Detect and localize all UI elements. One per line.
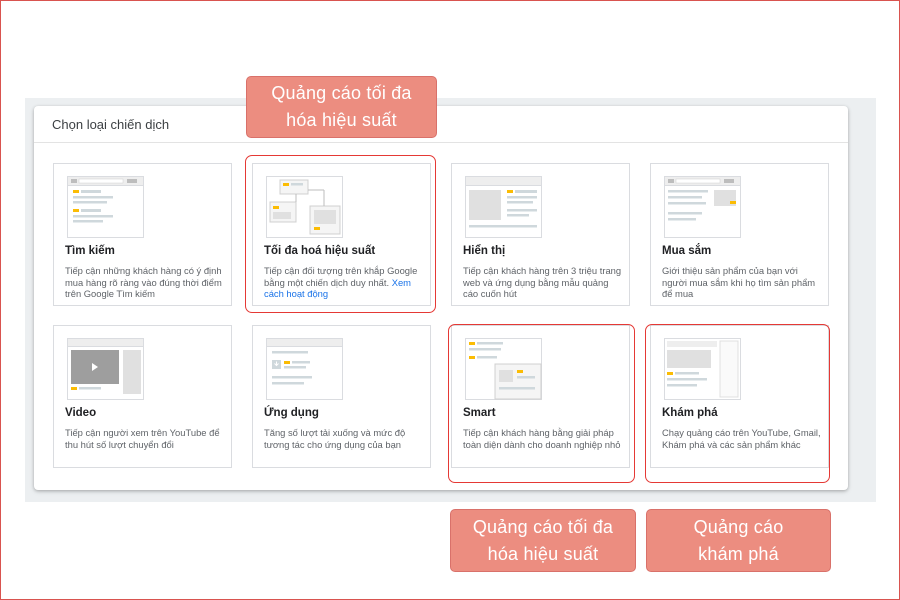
- card-discovery[interactable]: Khám phá Chạy quảng cáo trên YouTube, Gm…: [650, 325, 829, 468]
- card-description: Tăng số lượt tải xuống và mức độ tương t…: [264, 427, 406, 450]
- search-campaign-illustration: [67, 176, 144, 238]
- card-title: Khám phá: [662, 407, 718, 419]
- card-description: Giới thiệu sản phẩm của bạn với người mu…: [662, 265, 816, 299]
- card-performance-max[interactable]: Tối đa hoá hiệu suất Tiếp cận đối tượng …: [252, 163, 431, 306]
- callout-text: Quảng cáo khám phá: [693, 516, 784, 564]
- card-description: Tiếp cận khách hàng bằng giải pháp toàn …: [463, 427, 621, 450]
- callout-discovery: Quảng cáo khám phá: [646, 509, 831, 572]
- card-description: Tiếp cận những khách hàng có ý định mua …: [65, 265, 222, 299]
- performance-max-illustration: [266, 176, 343, 238]
- card-app[interactable]: Ứng dụng Tăng số lượt tải xuống và mức đ…: [252, 325, 431, 468]
- card-description: Tiếp cận đối tượng trên khắp Google bằng…: [264, 265, 424, 300]
- card-video[interactable]: Video Tiếp cận người xem trên YouTube để…: [53, 325, 232, 468]
- card-description: Tiếp cận người xem trên YouTube để thu h…: [65, 427, 220, 450]
- card-description: Chạy quảng cáo trên YouTube, Gmail, Khám…: [662, 427, 821, 450]
- card-search[interactable]: Tìm kiếm Tiếp cận những khách hàng có ý …: [53, 163, 232, 306]
- video-campaign-illustration: [67, 338, 144, 400]
- card-title: Smart: [463, 407, 496, 419]
- card-title: Mua sắm: [662, 245, 712, 257]
- card-title: Tìm kiếm: [65, 245, 115, 257]
- app-campaign-illustration: [266, 338, 343, 400]
- card-display[interactable]: Hiển thị Tiếp cận khách hàng trên 3 triệ…: [451, 163, 630, 306]
- card-title: Tối đa hoá hiệu suất: [264, 245, 376, 257]
- card-shopping[interactable]: Mua sắm Giới thiệu sản phẩm của bạn với …: [650, 163, 829, 306]
- callout-performance-max-bottom: Quảng cáo tối đa hóa hiệu suất: [450, 509, 636, 572]
- card-title: Ứng dụng: [264, 407, 319, 419]
- display-campaign-illustration: [465, 176, 542, 238]
- card-description: Tiếp cận khách hàng trên 3 triệu trang w…: [463, 265, 622, 299]
- dialog-divider: [34, 142, 848, 143]
- card-title: Video: [65, 407, 97, 419]
- discovery-campaign-illustration: [664, 338, 741, 400]
- campaign-type-dialog: Chọn loại chiến dịch Tìm kiếm Tiếp cận n…: [34, 106, 848, 490]
- card-smart[interactable]: Smart Tiếp cận khách hàng bằng giải pháp…: [451, 325, 630, 468]
- shopping-campaign-illustration: [664, 176, 741, 238]
- card-title: Hiển thị: [463, 245, 506, 257]
- smart-campaign-illustration: [465, 338, 542, 400]
- callout-text: Quảng cáo tối đa hóa hiệu suất: [472, 516, 614, 564]
- dialog-title: Chọn loại chiến dịch: [52, 117, 170, 132]
- callout-text: Quảng cáo tối đa hóa hiệu suất: [271, 83, 412, 130]
- callout-performance-max-top: Quảng cáo tối đa hóa hiệu suất: [246, 76, 437, 138]
